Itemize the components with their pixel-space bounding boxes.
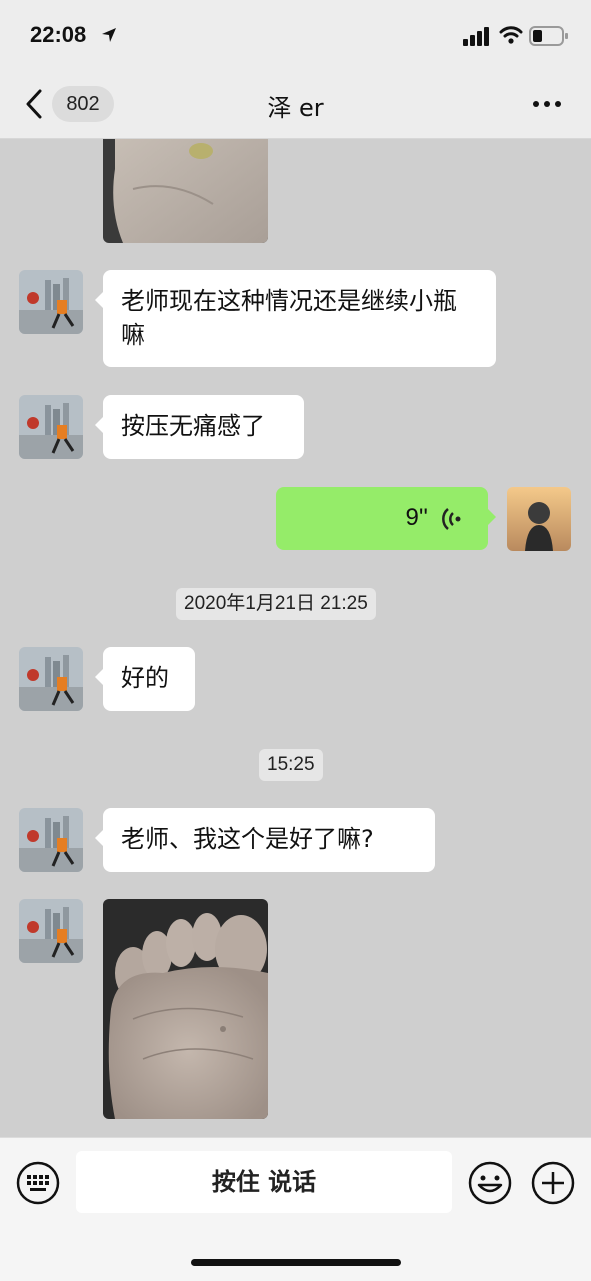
chat-title: 泽 er xyxy=(267,94,324,122)
message-bubble[interactable]: 老师、我这个是好了嘛? xyxy=(95,808,435,872)
timestamp: 2020年1月21日 21:25 xyxy=(176,588,376,620)
keyboard-icon[interactable] xyxy=(16,1161,60,1205)
contact-avatar[interactable] xyxy=(19,899,83,963)
status-time: 22:08 xyxy=(30,22,87,47)
message-text: 按压无痛感了 xyxy=(121,412,265,440)
image-message[interactable] xyxy=(103,899,268,1119)
signal-icon xyxy=(463,27,489,46)
contact-avatar[interactable] xyxy=(19,270,83,334)
message-text: 老师、我这个是好了嘛? xyxy=(121,825,374,853)
message-text: 老师现在这种情况还是继续小瓶嘛 xyxy=(121,287,457,349)
contact-avatar[interactable] xyxy=(19,647,83,711)
message-bubble[interactable]: 老师现在这种情况还是继续小瓶嘛 xyxy=(95,270,496,367)
hold-to-talk-button[interactable]: 按住 说话 xyxy=(76,1151,452,1213)
chat-header: 802 泽 er xyxy=(0,72,591,139)
foot-photo-partial xyxy=(103,139,268,243)
my-avatar[interactable] xyxy=(507,487,571,551)
voice-duration: 9'' xyxy=(405,504,428,531)
battery-icon xyxy=(529,26,568,46)
status-bar: 22:08 xyxy=(0,0,591,72)
contact-avatar[interactable] xyxy=(19,395,83,459)
image-message-top[interactable] xyxy=(103,139,268,243)
wifi-icon xyxy=(499,26,523,44)
contact-avatar[interactable] xyxy=(19,808,83,872)
foot-sole-photo xyxy=(103,899,268,1119)
timestamp: 15:25 xyxy=(259,749,323,781)
message-list[interactable]: 老师现在这种情况还是继续小瓶嘛 按压无痛感了 9'' 2020年1月21日 21… xyxy=(0,139,591,1137)
home-indicator xyxy=(191,1259,401,1266)
more-options-icon[interactable] xyxy=(531,94,563,114)
message-text: 好的 xyxy=(121,664,169,692)
voice-message-bubble[interactable]: 9'' xyxy=(276,487,496,550)
message-bubble[interactable]: 好的 xyxy=(95,647,195,711)
input-bar: 按住 说话 xyxy=(0,1137,591,1281)
emoji-icon[interactable] xyxy=(468,1161,512,1205)
location-arrow-icon xyxy=(102,28,116,42)
voice-wave-icon xyxy=(442,508,461,530)
plus-icon[interactable] xyxy=(531,1161,575,1205)
message-bubble[interactable]: 按压无痛感了 xyxy=(95,395,304,459)
